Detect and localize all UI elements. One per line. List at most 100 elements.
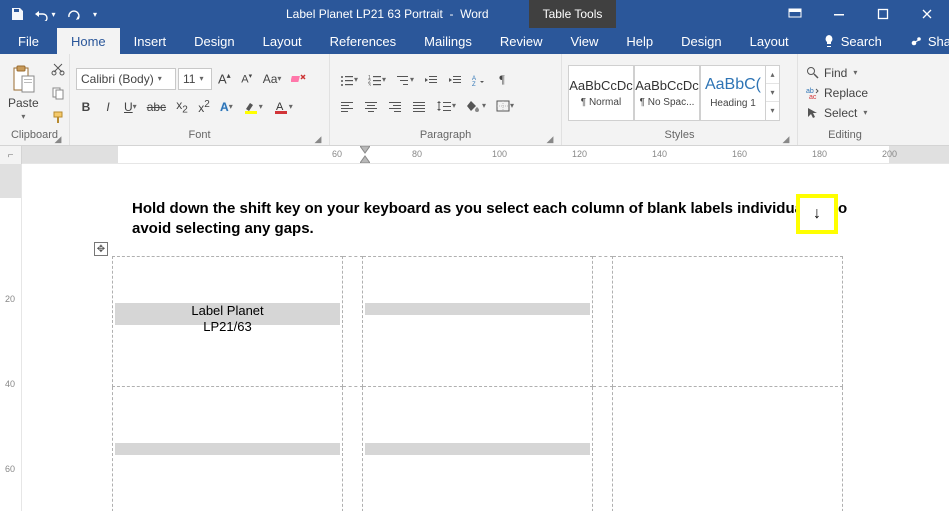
superscript-button[interactable]: x2 (194, 96, 214, 118)
paste-icon (10, 64, 36, 94)
style-normal[interactable]: AaBbCcDc¶ Normal (568, 65, 634, 121)
shading-button[interactable]: ▾ (462, 95, 490, 117)
style-no-spacing[interactable]: AaBbCcDc¶ No Spac... (634, 65, 700, 121)
down-arrow-icon: ↓ (813, 205, 821, 223)
grow-font-icon: A▴ (218, 71, 231, 86)
tab-review[interactable]: Review (486, 28, 557, 54)
copy-button[interactable] (47, 82, 69, 104)
cut-button[interactable] (47, 58, 69, 80)
selection-band (365, 443, 590, 455)
increase-indent-button[interactable] (444, 69, 466, 91)
save-button[interactable] (4, 2, 30, 26)
tab-file[interactable]: File (0, 28, 57, 54)
font-color-button[interactable]: A▾ (269, 96, 297, 118)
ribbon-options-icon (788, 8, 802, 20)
font-name-dropdown[interactable]: Calibri (Body)▾ (76, 68, 176, 90)
first-line-indent-marker[interactable] (360, 146, 370, 154)
underline-button[interactable]: U▾ (120, 96, 141, 118)
styles-gallery-scroll[interactable]: ▴▾▾ (766, 65, 780, 121)
tab-design[interactable]: Design (180, 28, 248, 54)
styles-gallery[interactable]: AaBbCcDc¶ Normal AaBbCcDc¶ No Spac... Aa… (568, 65, 780, 121)
maximize-button[interactable] (861, 0, 905, 28)
align-right-button[interactable] (384, 95, 406, 117)
redo-button[interactable] (60, 2, 86, 26)
paste-button[interactable]: Paste ▾ (4, 62, 43, 123)
borders-button[interactable]: ▾ (492, 95, 518, 117)
group-label-styles: Styles◢ (566, 129, 793, 145)
replace-button[interactable]: abacReplace (802, 83, 872, 103)
close-button[interactable] (905, 0, 949, 28)
copy-icon (51, 86, 65, 100)
tab-layout[interactable]: Layout (249, 28, 316, 54)
gap-column (343, 387, 363, 511)
bullets-icon (340, 74, 354, 86)
tab-mailings[interactable]: Mailings (410, 28, 486, 54)
multilevel-list-button[interactable]: ▾ (392, 69, 418, 91)
tab-insert[interactable]: Insert (120, 28, 181, 54)
paragraph-launcher[interactable]: ◢ (545, 134, 555, 144)
borders-icon (496, 100, 510, 112)
align-left-icon (340, 100, 354, 112)
hanging-indent-marker[interactable] (360, 155, 370, 163)
selection-band (365, 303, 590, 315)
tab-table-layout[interactable]: Layout (736, 28, 803, 54)
shrink-font-button[interactable]: A▾ (237, 68, 257, 90)
window-title: Label Planet LP21 63 Portrait - Word (286, 7, 489, 21)
italic-icon: I (106, 100, 109, 114)
style-heading-1[interactable]: AaBbC(Heading 1 (700, 65, 766, 121)
horizontal-ruler[interactable]: 60 80 100 120 140 160 180 200 (22, 146, 949, 163)
ribbon-display-options[interactable] (773, 0, 817, 28)
decrease-indent-button[interactable] (420, 69, 442, 91)
quick-access-toolbar: ▾ ▾ (0, 2, 106, 26)
qat-customize[interactable]: ▾ (88, 2, 102, 26)
page-area[interactable]: Hold down the shift key on your keyboard… (22, 164, 949, 511)
select-button[interactable]: Select▾ (802, 103, 872, 123)
align-left-button[interactable] (336, 95, 358, 117)
justify-button[interactable] (408, 95, 430, 117)
label-cell[interactable] (113, 387, 343, 511)
strikethrough-button[interactable]: abc (143, 96, 170, 118)
label-cell[interactable] (363, 257, 593, 387)
clear-formatting-button[interactable] (287, 68, 311, 90)
tab-selector[interactable]: ⌐ (0, 146, 22, 164)
numbering-icon: 123 (368, 74, 382, 86)
share-button[interactable]: Share (896, 28, 949, 54)
bullets-button[interactable]: ▾ (336, 69, 362, 91)
label-cell[interactable] (613, 257, 843, 387)
tell-me-search[interactable]: Search (809, 28, 896, 54)
grow-font-button[interactable]: A▴ (214, 68, 235, 90)
text-effects-button[interactable]: A▾ (216, 96, 237, 118)
font-launcher[interactable]: ◢ (313, 134, 323, 144)
svg-text:3: 3 (368, 83, 371, 86)
tab-view[interactable]: View (556, 28, 612, 54)
font-size-dropdown[interactable]: 11▾ (178, 68, 212, 90)
line-spacing-button[interactable]: ▾ (432, 95, 460, 117)
show-marks-button[interactable]: ¶ (492, 69, 512, 91)
change-case-icon: Aa (263, 72, 278, 86)
vertical-ruler[interactable]: 20 40 60 (0, 164, 22, 511)
highlight-button[interactable]: ▾ (239, 96, 267, 118)
italic-button[interactable]: I (98, 96, 118, 118)
label-cell[interactable] (613, 387, 843, 511)
clipboard-launcher[interactable]: ◢ (53, 134, 63, 144)
label-cell[interactable] (363, 387, 593, 511)
undo-button[interactable]: ▾ (32, 2, 58, 26)
tab-help[interactable]: Help (612, 28, 667, 54)
align-center-button[interactable] (360, 95, 382, 117)
tab-home[interactable]: Home (57, 28, 120, 54)
minimize-button[interactable] (817, 0, 861, 28)
styles-launcher[interactable]: ◢ (781, 134, 791, 144)
numbering-button[interactable]: 123▾ (364, 69, 390, 91)
tab-table-design[interactable]: Design (667, 28, 735, 54)
bold-button[interactable]: B (76, 96, 96, 118)
table-move-handle[interactable]: ✥ (94, 242, 108, 256)
tab-references[interactable]: References (316, 28, 410, 54)
find-button[interactable]: Find▾ (802, 63, 872, 83)
label-cell[interactable]: Label Planet LP21/63 (113, 257, 343, 387)
sort-button[interactable]: AZ (468, 69, 490, 91)
subscript-button[interactable]: x2 (172, 96, 192, 118)
format-painter-button[interactable] (47, 106, 69, 128)
pilcrow-icon: ¶ (499, 72, 504, 87)
change-case-button[interactable]: Aa▾ (259, 68, 286, 90)
group-font: Calibri (Body)▾ 11▾ A▴ A▾ Aa▾ B I U▾ abc… (70, 54, 330, 145)
